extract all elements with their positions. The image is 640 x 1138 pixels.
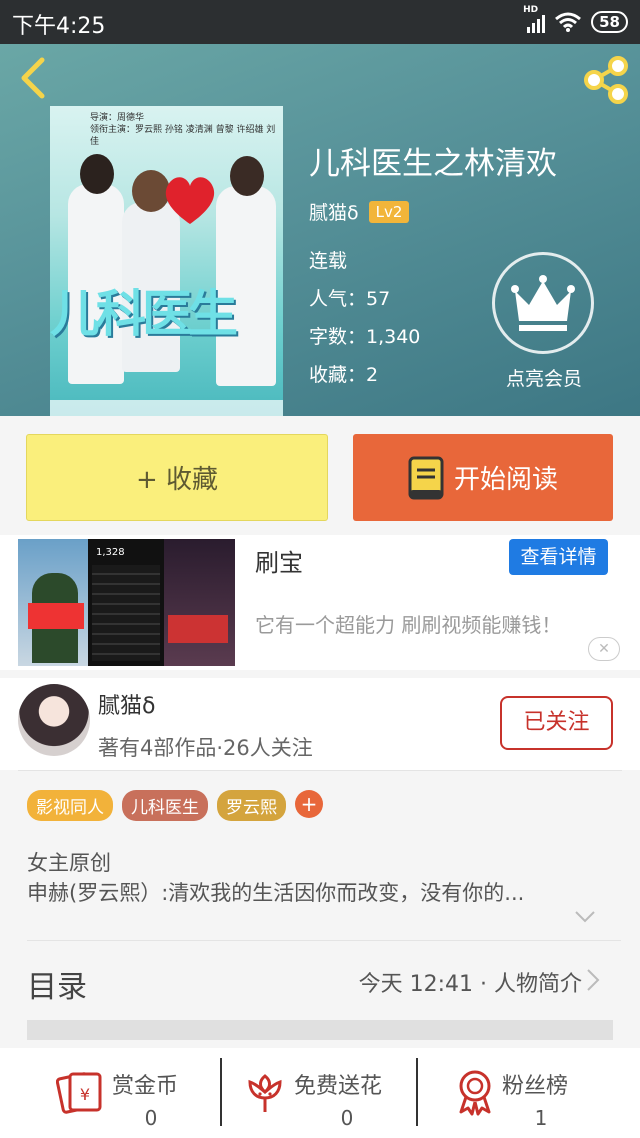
battery-indicator: 58 [591, 11, 628, 33]
tag-item[interactable]: 罗云熙 [217, 790, 286, 821]
wifi-icon [555, 12, 582, 32]
ad-thumb-list [92, 565, 160, 661]
cover-credits: 导演：周德华 领衔主演：罗云熙 孙铭 凌清渊 曾黎 许绍雄 刘佳 [90, 112, 280, 148]
tag-item[interactable]: 儿科医生 [122, 790, 208, 821]
cover-footer-strip [50, 400, 283, 416]
ad-description: 它有一个超能力 刷刷视频能赚钱！ [255, 613, 562, 637]
network-type: HD [523, 5, 539, 15]
fans-label: 粉丝榜 [502, 1074, 569, 1099]
section-separator [27, 1020, 613, 1040]
cover-title-art: 儿科医生 [50, 285, 238, 343]
book-title: 儿科医生之林清欢 [309, 146, 557, 182]
cover-head-right [230, 156, 264, 196]
avatar[interactable] [18, 684, 90, 756]
chevron-right-icon [587, 969, 600, 991]
divider [27, 940, 621, 941]
book-favorites: 收藏：2 [309, 364, 379, 386]
signal-icon: HD [523, 5, 546, 33]
ad-thumb-red-box [168, 615, 228, 643]
table-of-contents-row[interactable]: 目录 今天 12:41 · 人物简介 [0, 948, 640, 1018]
fan-ranking-button[interactable]: 粉丝榜 1 [450, 1054, 590, 1134]
book-header: 导演：周德华 领衔主演：罗云熙 孙铭 凌清渊 曾黎 许绍雄 刘佳 儿科医生 儿科… [0, 44, 640, 416]
book-author-line: 腻猫δ Lv2 [309, 198, 410, 225]
start-reading-label: 开始阅读 [453, 465, 558, 495]
ribbon-medal-icon [459, 1070, 491, 1116]
ad-detail-button[interactable]: 查看详情 [509, 539, 608, 575]
vip-label: 点亮会员 [505, 368, 582, 390]
book-popularity: 人气：57 [309, 288, 391, 310]
ad-thumb-count: 1,328 [96, 547, 125, 558]
cover-head-left [80, 154, 114, 194]
book-status: 连载 [309, 250, 348, 272]
author-stats: 著有4部作品·26人关注 [98, 736, 313, 760]
collect-button[interactable]: + 收藏 [26, 434, 328, 521]
close-icon[interactable]: ✕ [588, 637, 620, 661]
book-detail-section: 影视同人 儿科医生 罗云熙 + 女主原创 申赫(罗云熙）:清欢我的生活因你而改变… [0, 770, 640, 1040]
follow-button[interactable]: 已关注 [500, 696, 613, 750]
divider [220, 1058, 222, 1126]
divider [416, 1058, 418, 1126]
ad-thumb-caption [28, 603, 84, 629]
cover-credit-director: 导演：周德华 [90, 113, 145, 123]
chevron-down-icon[interactable] [574, 910, 596, 924]
status-time: 下午4:25 [12, 14, 106, 39]
book-word-count: 字数：1,340 [309, 326, 421, 348]
ad-thumb-right-panel [164, 539, 235, 666]
ad-thumbnail[interactable]: 1,328 [18, 539, 235, 666]
svg-text:¥: ¥ [80, 1085, 90, 1104]
book-author-name[interactable]: 腻猫δ [309, 198, 359, 225]
reward-label: 赏金币 [112, 1074, 179, 1099]
free-flower-button[interactable]: 免费送花 0 [240, 1054, 410, 1134]
author-card: 腻猫δ 著有4部作品·26人关注 已关注 [0, 678, 640, 770]
ad-title[interactable]: 刷宝 [255, 543, 303, 578]
toc-info: 今天 12:41 · 人物简介 [358, 972, 582, 997]
crown-icon [511, 275, 575, 331]
book-intro[interactable]: 女主原创 申赫(罗云熙）:清欢我的生活因你而改变，没有你的... [27, 848, 607, 908]
cover-credit-cast: 领衔主演：罗云熙 孙铭 凌清渊 曾黎 许绍雄 刘佳 [90, 125, 276, 147]
flower-count: 0 [340, 1106, 354, 1130]
status-bar: 下午4:25 HD 58 [0, 0, 640, 44]
back-arrow-icon[interactable] [14, 56, 54, 100]
share-icon[interactable] [580, 54, 632, 106]
reward-count: 0 [144, 1106, 158, 1130]
tag-item[interactable]: 影视同人 [27, 790, 113, 821]
flower-icon [248, 1074, 282, 1112]
book-icon [408, 456, 444, 499]
status-icons: HD 58 [523, 5, 628, 36]
fans-count: 1 [534, 1106, 548, 1130]
intro-line-1: 女主原创 [27, 851, 111, 875]
author-level-badge: Lv2 [368, 200, 410, 223]
ad-banner[interactable]: 1,328 刷宝 查看详情 它有一个超能力 刷刷视频能赚钱！ ✕ [0, 535, 640, 670]
heart-icon [165, 177, 215, 224]
book-cover[interactable]: 导演：周德华 领衔主演：罗云熙 孙铭 凌清渊 曾黎 许绍雄 刘佳 儿科医生 [50, 106, 283, 416]
tag-list: 影视同人 儿科医生 罗云熙 + [27, 790, 323, 821]
reward-coin-button[interactable]: ¥ 赏金币 0 [56, 1054, 196, 1134]
add-tag-button[interactable]: + [295, 790, 323, 818]
intro-line-2: 申赫(罗云熙）:清欢我的生活因你而改变，没有你的... [27, 881, 525, 905]
start-reading-button[interactable]: 开始阅读 [353, 434, 613, 521]
divider [18, 770, 622, 771]
bottom-action-bar: ¥ 赏金币 0 免费送花 0 粉丝榜 1 [0, 1048, 640, 1138]
vip-button[interactable] [492, 252, 594, 354]
red-envelope-icon: ¥ [56, 1072, 102, 1114]
toc-label: 目录 [27, 970, 87, 1005]
flower-label: 免费送花 [294, 1074, 383, 1099]
author-name[interactable]: 腻猫δ [98, 688, 155, 720]
